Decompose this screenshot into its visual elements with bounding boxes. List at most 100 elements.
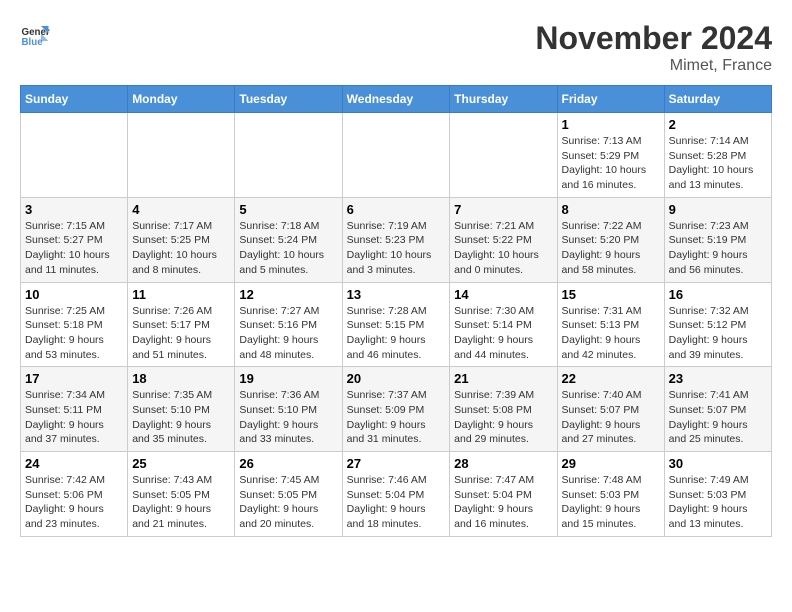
location: Mimet, France: [535, 57, 772, 75]
calendar-cell: 24Sunrise: 7:42 AM Sunset: 5:06 PM Dayli…: [21, 452, 128, 537]
week-row-4: 17Sunrise: 7:34 AM Sunset: 5:11 PM Dayli…: [21, 367, 772, 452]
day-info: Sunrise: 7:39 AM Sunset: 5:08 PM Dayligh…: [454, 388, 552, 447]
day-info: Sunrise: 7:46 AM Sunset: 5:04 PM Dayligh…: [347, 473, 446, 532]
day-header-wednesday: Wednesday: [342, 86, 450, 113]
calendar-cell: 17Sunrise: 7:34 AM Sunset: 5:11 PM Dayli…: [21, 367, 128, 452]
calendar-cell: [450, 113, 557, 198]
day-number: 13: [347, 287, 446, 302]
calendar-cell: 5 Sunrise: 7:18 AM Sunset: 5:24 PM Daylig…: [235, 197, 342, 282]
calendar-cell: 25 Sunrise: 7:43 AM Sunset: 5:05 PM Dayli…: [128, 452, 235, 537]
day-number: 26: [239, 456, 337, 471]
week-row-3: 10 Sunrise: 7:25 AM Sunset: 5:18 PM Dayli…: [21, 282, 772, 367]
calendar-cell: 19 Sunrise: 7:36 AM Sunset: 5:10 PM Dayli…: [235, 367, 342, 452]
calendar-cell: 7Sunrise: 7:21 AM Sunset: 5:22 PM Daylig…: [450, 197, 557, 282]
day-number: 20: [347, 371, 446, 386]
day-info: Sunrise: 7:42 AM Sunset: 5:06 PM Dayligh…: [25, 473, 123, 532]
day-number: 28: [454, 456, 552, 471]
week-row-1: 1 Sunrise: 7:13 AM Sunset: 5:29 PM Daylig…: [21, 113, 772, 198]
calendar-cell: 23 Sunrise: 7:41 AM Sunset: 5:07 PM Dayli…: [664, 367, 771, 452]
calendar-cell: 15 Sunrise: 7:31 AM Sunset: 5:13 PM Dayli…: [557, 282, 664, 367]
day-header-tuesday: Tuesday: [235, 86, 342, 113]
calendar-cell: 29 Sunrise: 7:48 AM Sunset: 5:03 PM Dayli…: [557, 452, 664, 537]
calendar-cell: 10 Sunrise: 7:25 AM Sunset: 5:18 PM Dayli…: [21, 282, 128, 367]
day-number: 25: [132, 456, 230, 471]
day-number: 14: [454, 287, 552, 302]
calendar-cell: 4Sunrise: 7:17 AM Sunset: 5:25 PM Daylig…: [128, 197, 235, 282]
day-number: 22: [562, 371, 660, 386]
week-row-2: 3 Sunrise: 7:15 AM Sunset: 5:27 PM Daylig…: [21, 197, 772, 282]
day-number: 17: [25, 371, 123, 386]
day-number: 7: [454, 202, 552, 217]
calendar-cell: 11 Sunrise: 7:26 AM Sunset: 5:17 PM Dayli…: [128, 282, 235, 367]
week-row-5: 24Sunrise: 7:42 AM Sunset: 5:06 PM Dayli…: [21, 452, 772, 537]
calendar-cell: 18 Sunrise: 7:35 AM Sunset: 5:10 PM Dayli…: [128, 367, 235, 452]
day-info: Sunrise: 7:15 AM Sunset: 5:27 PM Dayligh…: [25, 219, 123, 278]
day-number: 18: [132, 371, 230, 386]
day-info: Sunrise: 7:37 AM Sunset: 5:09 PM Dayligh…: [347, 388, 446, 447]
day-info: Sunrise: 7:14 AM Sunset: 5:28 PM Dayligh…: [669, 134, 767, 193]
day-info: Sunrise: 7:22 AM Sunset: 5:20 PM Dayligh…: [562, 219, 660, 278]
calendar-cell: 22 Sunrise: 7:40 AM Sunset: 5:07 PM Dayli…: [557, 367, 664, 452]
calendar-cell: 8Sunrise: 7:22 AM Sunset: 5:20 PM Daylig…: [557, 197, 664, 282]
day-info: Sunrise: 7:36 AM Sunset: 5:10 PM Dayligh…: [239, 388, 337, 447]
day-info: Sunrise: 7:23 AM Sunset: 5:19 PM Dayligh…: [669, 219, 767, 278]
calendar-cell: 30Sunrise: 7:49 AM Sunset: 5:03 PM Dayli…: [664, 452, 771, 537]
calendar-cell: 2 Sunrise: 7:14 AM Sunset: 5:28 PM Daylig…: [664, 113, 771, 198]
title-block: November 2024 Mimet, France: [535, 20, 772, 75]
day-number: 9: [669, 202, 767, 217]
day-info: Sunrise: 7:35 AM Sunset: 5:10 PM Dayligh…: [132, 388, 230, 447]
day-info: Sunrise: 7:31 AM Sunset: 5:13 PM Dayligh…: [562, 304, 660, 363]
day-info: Sunrise: 7:41 AM Sunset: 5:07 PM Dayligh…: [669, 388, 767, 447]
day-info: Sunrise: 7:40 AM Sunset: 5:07 PM Dayligh…: [562, 388, 660, 447]
month-title: November 2024: [535, 20, 772, 57]
logo: General Blue: [20, 20, 50, 50]
day-number: 23: [669, 371, 767, 386]
day-info: Sunrise: 7:47 AM Sunset: 5:04 PM Dayligh…: [454, 473, 552, 532]
day-number: 11: [132, 287, 230, 302]
day-info: Sunrise: 7:32 AM Sunset: 5:12 PM Dayligh…: [669, 304, 767, 363]
day-number: 3: [25, 202, 123, 217]
calendar-table: SundayMondayTuesdayWednesdayThursdayFrid…: [20, 85, 772, 537]
day-number: 2: [669, 117, 767, 132]
calendar-cell: 26Sunrise: 7:45 AM Sunset: 5:05 PM Dayli…: [235, 452, 342, 537]
calendar-cell: 16Sunrise: 7:32 AM Sunset: 5:12 PM Dayli…: [664, 282, 771, 367]
calendar-cell: 14 Sunrise: 7:30 AM Sunset: 5:14 PM Dayli…: [450, 282, 557, 367]
day-info: Sunrise: 7:13 AM Sunset: 5:29 PM Dayligh…: [562, 134, 660, 193]
day-info: Sunrise: 7:19 AM Sunset: 5:23 PM Dayligh…: [347, 219, 446, 278]
calendar-cell: [128, 113, 235, 198]
calendar-cell: 12Sunrise: 7:27 AM Sunset: 5:16 PM Dayli…: [235, 282, 342, 367]
calendar-cell: [21, 113, 128, 198]
calendar-cell: [235, 113, 342, 198]
day-number: 19: [239, 371, 337, 386]
day-number: 5: [239, 202, 337, 217]
day-number: 10: [25, 287, 123, 302]
day-header-thursday: Thursday: [450, 86, 557, 113]
day-number: 29: [562, 456, 660, 471]
day-number: 12: [239, 287, 337, 302]
day-info: Sunrise: 7:48 AM Sunset: 5:03 PM Dayligh…: [562, 473, 660, 532]
day-info: Sunrise: 7:43 AM Sunset: 5:05 PM Dayligh…: [132, 473, 230, 532]
day-number: 27: [347, 456, 446, 471]
day-info: Sunrise: 7:25 AM Sunset: 5:18 PM Dayligh…: [25, 304, 123, 363]
day-header-sunday: Sunday: [21, 86, 128, 113]
day-header-saturday: Saturday: [664, 86, 771, 113]
day-header-friday: Friday: [557, 86, 664, 113]
day-info: Sunrise: 7:18 AM Sunset: 5:24 PM Dayligh…: [239, 219, 337, 278]
calendar-cell: 20 Sunrise: 7:37 AM Sunset: 5:09 PM Dayli…: [342, 367, 450, 452]
calendar-cell: 3 Sunrise: 7:15 AM Sunset: 5:27 PM Daylig…: [21, 197, 128, 282]
day-number: 6: [347, 202, 446, 217]
page-header: General Blue November 2024 Mimet, France: [20, 20, 772, 75]
calendar-cell: 27 Sunrise: 7:46 AM Sunset: 5:04 PM Dayli…: [342, 452, 450, 537]
day-number: 15: [562, 287, 660, 302]
day-header-monday: Monday: [128, 86, 235, 113]
calendar-cell: 9 Sunrise: 7:23 AM Sunset: 5:19 PM Daylig…: [664, 197, 771, 282]
day-number: 30: [669, 456, 767, 471]
svg-text:Blue: Blue: [22, 37, 44, 48]
calendar-cell: 13Sunrise: 7:28 AM Sunset: 5:15 PM Dayli…: [342, 282, 450, 367]
days-header-row: SundayMondayTuesdayWednesdayThursdayFrid…: [21, 86, 772, 113]
calendar-cell: 28 Sunrise: 7:47 AM Sunset: 5:04 PM Dayli…: [450, 452, 557, 537]
day-number: 1: [562, 117, 660, 132]
calendar-cell: 6 Sunrise: 7:19 AM Sunset: 5:23 PM Daylig…: [342, 197, 450, 282]
day-info: Sunrise: 7:26 AM Sunset: 5:17 PM Dayligh…: [132, 304, 230, 363]
day-info: Sunrise: 7:30 AM Sunset: 5:14 PM Dayligh…: [454, 304, 552, 363]
